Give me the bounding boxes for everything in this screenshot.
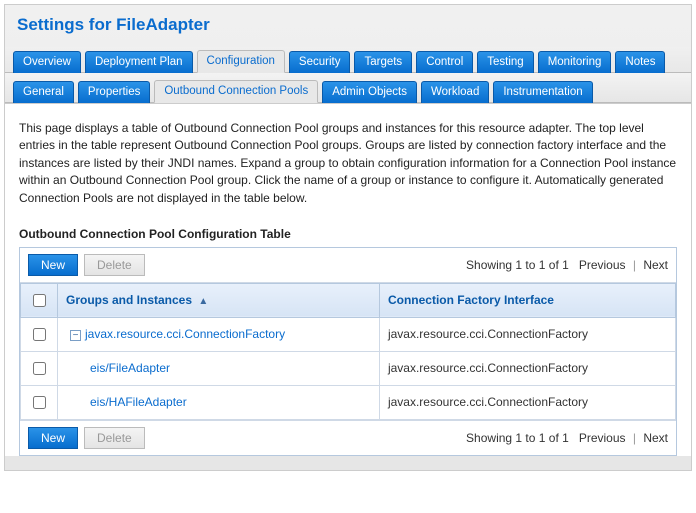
header-checkbox-cell: [21, 283, 58, 317]
description-text: This page displays a table of Outbound C…: [5, 104, 691, 219]
sub-tabs: GeneralPropertiesOutbound Connection Poo…: [5, 73, 691, 103]
tab-control[interactable]: Control: [416, 51, 473, 73]
content-area: This page displays a table of Outbound C…: [5, 103, 691, 456]
pager-next-bottom[interactable]: Next: [643, 431, 668, 445]
subtab-admin-objects[interactable]: Admin Objects: [322, 81, 417, 103]
row-checkbox[interactable]: [33, 328, 46, 341]
row-name-link[interactable]: eis/HAFileAdapter: [90, 395, 187, 409]
cell-name: −javax.resource.cci.ConnectionFactory: [58, 317, 380, 351]
tab-notes[interactable]: Notes: [615, 51, 665, 73]
delete-button-bottom[interactable]: Delete: [84, 427, 145, 449]
delete-button[interactable]: Delete: [84, 254, 145, 276]
tab-configuration[interactable]: Configuration: [197, 50, 285, 73]
table-row: −javax.resource.cci.ConnectionFactoryjav…: [21, 317, 676, 351]
cell-factory: javax.resource.cci.ConnectionFactory: [379, 385, 675, 419]
settings-panel: Settings for FileAdapter OverviewDeploym…: [4, 4, 692, 471]
row-checkbox-cell: [21, 385, 58, 419]
row-checkbox[interactable]: [33, 396, 46, 409]
pager-prev[interactable]: Previous: [579, 258, 626, 272]
main-tabs: OverviewDeployment PlanConfigurationSecu…: [5, 47, 691, 73]
row-checkbox[interactable]: [33, 362, 46, 375]
pager-sep: |: [633, 258, 636, 272]
column-groups[interactable]: Groups and Instances ▲: [58, 283, 380, 317]
column-factory[interactable]: Connection Factory Interface: [379, 283, 675, 317]
data-table: Groups and Instances ▲ Connection Factor…: [20, 283, 676, 420]
tab-security[interactable]: Security: [289, 51, 351, 73]
subtab-workload[interactable]: Workload: [421, 81, 489, 103]
page-title: Settings for FileAdapter: [5, 5, 691, 47]
row-checkbox-cell: [21, 351, 58, 385]
cell-name: eis/FileAdapter: [58, 351, 380, 385]
section-title: Outbound Connection Pool Configuration T…: [5, 219, 691, 247]
subtab-instrumentation[interactable]: Instrumentation: [493, 81, 592, 103]
subtab-outbound-connection-pools[interactable]: Outbound Connection Pools: [154, 80, 318, 103]
cell-factory: javax.resource.cci.ConnectionFactory: [379, 317, 675, 351]
column-factory-label: Connection Factory Interface: [388, 293, 554, 307]
collapse-icon[interactable]: −: [70, 330, 81, 341]
table-row: eis/HAFileAdapter javax.resource.cci.Conn…: [21, 385, 676, 419]
row-name-link[interactable]: javax.resource.cci.ConnectionFactory: [85, 327, 285, 341]
subtab-properties[interactable]: Properties: [78, 81, 150, 103]
row-checkbox-cell: [21, 317, 58, 351]
pager-bottom: Showing 1 to 1 of 1 Previous | Next: [466, 431, 668, 445]
config-table: New Delete Showing 1 to 1 of 1 Previous …: [19, 247, 677, 456]
pager-top: Showing 1 to 1 of 1 Previous | Next: [466, 258, 668, 272]
pager-next[interactable]: Next: [643, 258, 668, 272]
tab-overview[interactable]: Overview: [13, 51, 81, 73]
tab-deployment-plan[interactable]: Deployment Plan: [85, 51, 193, 73]
pager-showing: Showing 1 to 1 of 1: [466, 258, 569, 272]
cell-name: eis/HAFileAdapter: [58, 385, 380, 419]
new-button-bottom[interactable]: New: [28, 427, 78, 449]
table-row: eis/FileAdapter javax.resource.cci.Connec…: [21, 351, 676, 385]
table-toolbar-top: New Delete Showing 1 to 1 of 1 Previous …: [20, 248, 676, 283]
sort-asc-icon: ▲: [198, 296, 208, 307]
row-name-link[interactable]: eis/FileAdapter: [90, 361, 170, 375]
subtab-general[interactable]: General: [13, 81, 74, 103]
column-groups-label: Groups and Instances: [66, 293, 192, 307]
pager-prev-bottom[interactable]: Previous: [579, 431, 626, 445]
pager-sep-bottom: |: [633, 431, 636, 445]
cell-factory: javax.resource.cci.ConnectionFactory: [379, 351, 675, 385]
pager-showing-bottom: Showing 1 to 1 of 1: [466, 431, 569, 445]
tab-targets[interactable]: Targets: [354, 51, 412, 73]
select-all-checkbox[interactable]: [33, 294, 46, 307]
tab-testing[interactable]: Testing: [477, 51, 533, 73]
tab-monitoring[interactable]: Monitoring: [538, 51, 612, 73]
new-button[interactable]: New: [28, 254, 78, 276]
table-toolbar-bottom: New Delete Showing 1 to 1 of 1 Previous …: [20, 420, 676, 455]
